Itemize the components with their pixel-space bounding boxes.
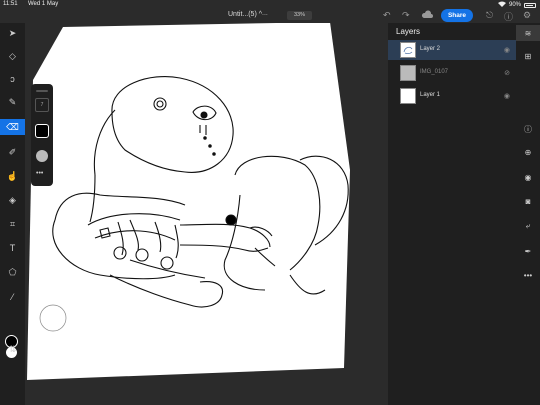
layer-name: IMG_0107 [420, 69, 449, 75]
brush-softness-icon[interactable] [36, 150, 48, 162]
more-icon[interactable]: ••• [516, 267, 540, 283]
layer-thumbnail [400, 65, 416, 81]
redo-icon[interactable]: ↷ [402, 10, 410, 21]
brush-size-field[interactable]: 7 [35, 98, 49, 112]
brush-color-swatch[interactable] [35, 124, 49, 138]
add-layer-icon[interactable]: ⊕ [516, 144, 540, 160]
transform-icon[interactable]: ◇ [0, 48, 25, 64]
eye-icon[interactable]: ◉ [504, 46, 510, 54]
mask-icon[interactable]: ◙ [516, 193, 540, 209]
layer-properties-icon[interactable]: ⊞ [516, 48, 540, 64]
export-icon[interactable]: ⎋ [486, 10, 493, 21]
brush-settings-panel: 7 ••• [31, 84, 53, 186]
status-icons: 90% [497, 1, 536, 9]
battery-icon [524, 2, 536, 8]
gear-icon[interactable]: ⚙ [523, 10, 531, 21]
layer-item[interactable]: Layer 1 ◉ [388, 86, 516, 106]
type-icon[interactable]: T [0, 240, 25, 256]
adjust-icon[interactable]: ✒ [516, 243, 540, 259]
zoom-level[interactable]: 33% [287, 11, 312, 20]
right-toolbar: ≋ ⊞ ⓘ ⊕ ◉ ◙ ⤶ ✒ ••• [516, 23, 540, 405]
layer-item[interactable]: IMG_0107 ⊘ [388, 63, 516, 83]
fill-icon[interactable]: ◈ [0, 192, 25, 208]
brush-more-options[interactable]: ••• [36, 170, 43, 177]
dropper-brush-icon[interactable]: ✐ [0, 144, 25, 160]
document-title-text: Untit...(5) [228, 11, 257, 18]
shapes-icon[interactable]: ⬠ [0, 264, 25, 280]
eraser-icon[interactable]: ⌫ [0, 119, 25, 135]
info-icon[interactable]: ⓘ [516, 121, 540, 137]
cloud-icon[interactable] [421, 10, 433, 20]
layers-panel-title: Layers [396, 27, 421, 36]
clock: 11:51 [3, 1, 18, 7]
battery-percent: 90% [508, 2, 521, 8]
smudge-icon[interactable]: ☝ [0, 168, 25, 184]
swap-colors-icon[interactable]: ⇅ [0, 341, 25, 357]
left-toolbar: ➤ ◇ ↄ ✎ ⌫ ✐ ☝ ◈ ⌗ T ⬠ ⁄ ⇅ [0, 23, 25, 405]
share-button[interactable]: Share [441, 9, 473, 22]
canvas-area[interactable] [25, 23, 387, 405]
crop-icon[interactable]: ⌗ [0, 216, 25, 232]
wifi-icon [497, 1, 506, 9]
eye-icon[interactable]: ◉ [504, 92, 510, 100]
help-icon[interactable]: ⓘ [504, 10, 513, 23]
eyedropper-icon[interactable]: ⁄ [0, 289, 25, 305]
move-icon[interactable]: ➤ [0, 25, 25, 41]
layer-name: Layer 2 [420, 46, 441, 52]
brush-icon[interactable]: ✎ [0, 94, 25, 110]
layer-item[interactable]: Layer 2 ◉ [388, 40, 516, 60]
clipping-icon[interactable]: ⤶ [516, 218, 540, 234]
visibility-icon[interactable]: ◉ [516, 169, 540, 185]
layer-thumbnail [400, 88, 416, 104]
lasso-icon[interactable]: ↄ [0, 71, 25, 87]
layer-name: Layer 1 [420, 92, 441, 98]
chevron-up-icon: ^ [258, 11, 263, 18]
layers-icon[interactable]: ≋ [516, 25, 540, 41]
eye-hidden-icon[interactable]: ⊘ [504, 69, 510, 77]
status-bar: 11:51 Wed 1 May 90% [0, 0, 540, 9]
document-title[interactable]: Untit...(5) ^ [228, 11, 262, 18]
layers-panel: Layers Layer 2 ◉ IMG_0107 ⊘ Layer 1 ◉ [388, 23, 516, 405]
panel-drag-handle[interactable] [36, 90, 48, 92]
date: Wed 1 May [28, 1, 59, 7]
top-bar: ... Untit...(5) ^ 33% ↶ ↷ Share ⎋ ⓘ ⚙ [0, 9, 540, 23]
document-more-handle[interactable]: ... [262, 10, 268, 17]
layer-thumbnail [400, 42, 416, 58]
canvas-page [27, 23, 350, 380]
undo-icon[interactable]: ↶ [383, 10, 391, 21]
artwork-canvas[interactable] [25, 23, 387, 405]
